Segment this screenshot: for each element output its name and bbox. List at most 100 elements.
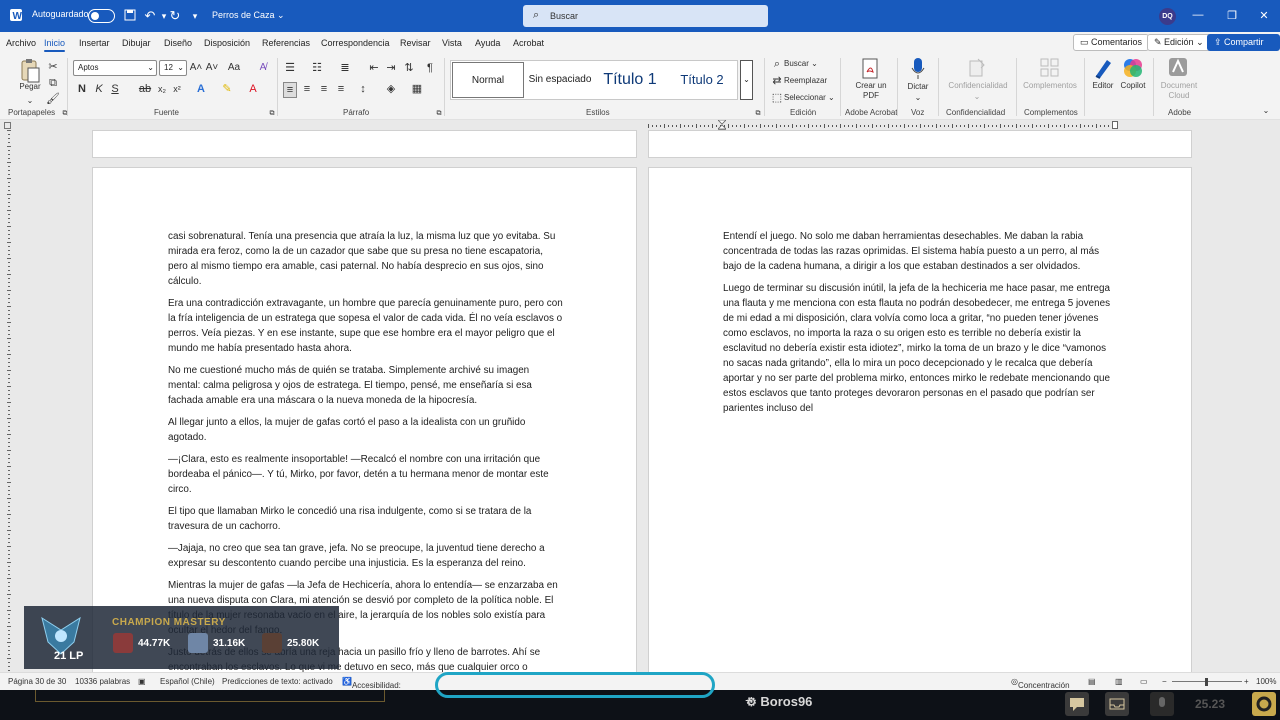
paste-label[interactable]: Pegar <box>18 82 42 92</box>
inbox-icon[interactable] <box>1105 692 1129 716</box>
voice-icon[interactable] <box>1150 692 1174 716</box>
tab-vista[interactable]: Vista <box>442 38 462 48</box>
style-normal[interactable]: Normal <box>452 62 524 98</box>
format-painter-icon[interactable]: 🖌 <box>46 92 60 106</box>
select-button[interactable]: Seleccionar ⌄ <box>784 93 835 102</box>
replace-icon[interactable]: ⇄ <box>770 74 784 88</box>
numbering-icon[interactable]: ☷ <box>310 61 324 75</box>
style-no-spacing[interactable]: Sin espaciado <box>527 62 593 98</box>
highlight-icon[interactable]: ✎ <box>220 82 234 96</box>
strikethrough-icon[interactable]: ab <box>138 82 152 96</box>
align-left-icon[interactable]: ≡ <box>283 82 297 98</box>
microphone-icon[interactable] <box>910 57 926 81</box>
font-color-icon[interactable]: A <box>246 82 260 96</box>
italic-icon[interactable]: K <box>92 82 106 96</box>
tab-selector-icon[interactable] <box>4 122 11 129</box>
create-pdf-button[interactable]: Crear un PDF <box>850 81 892 101</box>
styles-launcher-icon[interactable]: ⧉ <box>751 107 765 121</box>
paste-icon[interactable] <box>19 58 41 84</box>
save-icon[interactable] <box>122 8 138 24</box>
zoom-level[interactable]: 100% <box>1256 677 1276 686</box>
zoom-in-icon[interactable]: + <box>1244 677 1249 686</box>
tab-revisar[interactable]: Revisar <box>400 38 431 48</box>
zoom-slider-thumb[interactable] <box>1205 678 1208 686</box>
decrease-indent-icon[interactable]: ⇤ <box>367 61 381 75</box>
cut-icon[interactable]: ✂ <box>46 60 60 74</box>
page-count[interactable]: Página 30 de 30 <box>8 677 66 686</box>
autosave-toggle[interactable] <box>88 9 115 23</box>
copilot-button[interactable]: Copilot <box>1118 81 1148 91</box>
shading-icon[interactable]: ◈ <box>384 82 398 96</box>
font-name-dropdown[interactable]: Aptos ⌄ <box>73 60 157 76</box>
player-name[interactable]: ⚙ Boros96 <box>746 694 812 709</box>
clipboard-launcher-icon[interactable]: ⧉ <box>58 107 72 121</box>
share-button[interactable]: ⇪ Compartir ⌄ <box>1207 34 1280 62</box>
tab-inicio[interactable]: Inicio <box>44 38 66 52</box>
proofing-icon[interactable]: ▣ <box>138 677 146 686</box>
text-predictions[interactable]: Predicciones de texto: activado <box>222 677 333 686</box>
paste-dropdown-icon[interactable]: ⌄ <box>23 94 37 108</box>
zoom-out-icon[interactable]: − <box>1162 677 1167 686</box>
style-heading-1[interactable]: Título 1 <box>597 62 663 98</box>
tab-correspondencia[interactable]: Correspondencia <box>321 38 390 48</box>
create-pdf-icon[interactable] <box>860 58 882 82</box>
right-indent-marker-icon[interactable] <box>1112 121 1118 129</box>
align-right-icon[interactable]: ≡ <box>317 82 331 96</box>
editing-mode-button[interactable]: ✎ Edición ⌄ <box>1147 34 1211 51</box>
minimize-icon[interactable]: — <box>1188 9 1208 21</box>
tab-ayuda[interactable]: Ayuda <box>475 38 500 48</box>
editor-icon[interactable] <box>1093 57 1113 79</box>
customize-toolbar-icon[interactable]: ▾ <box>187 8 203 24</box>
justify-icon[interactable]: ≡ <box>334 82 348 96</box>
tab-acrobat[interactable]: Acrobat <box>513 38 544 48</box>
change-case-icon[interactable]: Aa <box>227 61 241 75</box>
bold-icon[interactable]: N <box>75 82 89 96</box>
copy-icon[interactable]: ⧉ <box>46 76 60 90</box>
redo-icon[interactable]: ↻ <box>167 8 183 24</box>
underline-icon[interactable]: S <box>108 82 122 96</box>
search-box[interactable]: ⌕ Buscar <box>523 5 768 27</box>
style-heading-2[interactable]: Título 2 <box>667 62 737 98</box>
language[interactable]: Español (Chile) <box>160 677 215 686</box>
focus-mode[interactable]: ◎ Concentración <box>1011 677 1070 690</box>
settings-icon[interactable] <box>1252 692 1276 716</box>
collapse-ribbon-icon[interactable]: ⌄ <box>1259 104 1273 118</box>
text-effects-icon[interactable]: A <box>194 82 208 96</box>
grow-font-icon[interactable]: A˄ <box>189 61 203 75</box>
restore-icon[interactable]: ❐ <box>1222 9 1242 22</box>
comments-button[interactable]: ▭ Comentarios <box>1073 34 1150 51</box>
find-icon[interactable]: ⌕ <box>770 57 784 71</box>
close-icon[interactable]: ✕ <box>1254 9 1274 22</box>
tab-referencias[interactable]: Referencias <box>262 38 310 48</box>
show-marks-icon[interactable]: ¶ <box>423 61 437 75</box>
bullets-icon[interactable]: ☰ <box>283 61 297 75</box>
borders-icon[interactable]: ▦ <box>410 82 424 96</box>
replace-button[interactable]: Reemplazar <box>784 76 827 85</box>
styles-more-icon[interactable]: ⌄ <box>740 60 753 100</box>
dictate-dropdown-icon[interactable]: ⌄ <box>911 91 925 105</box>
subscript-icon[interactable]: x₂ <box>155 82 169 96</box>
document-page-left[interactable]: casi sobrenatural. Tenía una presencia q… <box>93 168 636 678</box>
chat-icon[interactable] <box>1065 692 1089 716</box>
increase-indent-icon[interactable]: ⇥ <box>384 61 398 75</box>
sort-icon[interactable]: ⇅ <box>402 61 416 75</box>
editor-button[interactable]: Editor <box>1088 81 1118 91</box>
tab-diseno[interactable]: Diseño <box>164 38 192 48</box>
vertical-ruler[interactable] <box>4 130 12 671</box>
superscript-icon[interactable]: x² <box>170 82 184 96</box>
web-layout-icon[interactable]: ▭ <box>1140 677 1148 686</box>
tab-disposicion[interactable]: Disposición <box>204 38 250 48</box>
avatar[interactable]: DQ <box>1159 8 1176 25</box>
select-icon[interactable]: ⬚ <box>770 91 784 105</box>
tab-dibujar[interactable]: Dibujar <box>122 38 151 48</box>
multilevel-list-icon[interactable]: ≣ <box>338 61 352 75</box>
copilot-icon[interactable] <box>1122 57 1144 79</box>
align-center-icon[interactable]: ≡ <box>300 82 314 96</box>
word-count[interactable]: 10336 palabras <box>75 677 130 686</box>
clear-formatting-icon[interactable]: A̸ <box>256 61 270 75</box>
read-mode-icon[interactable]: ▤ <box>1088 677 1096 686</box>
line-spacing-icon[interactable]: ↕ <box>356 82 370 96</box>
accessibility-status[interactable]: ♿ Accesibilidad: todo correcto <box>342 677 401 699</box>
print-layout-icon[interactable]: ▥ <box>1115 677 1123 686</box>
document-page-right[interactable]: Entendí el juego. No solo me daban herra… <box>649 168 1191 678</box>
